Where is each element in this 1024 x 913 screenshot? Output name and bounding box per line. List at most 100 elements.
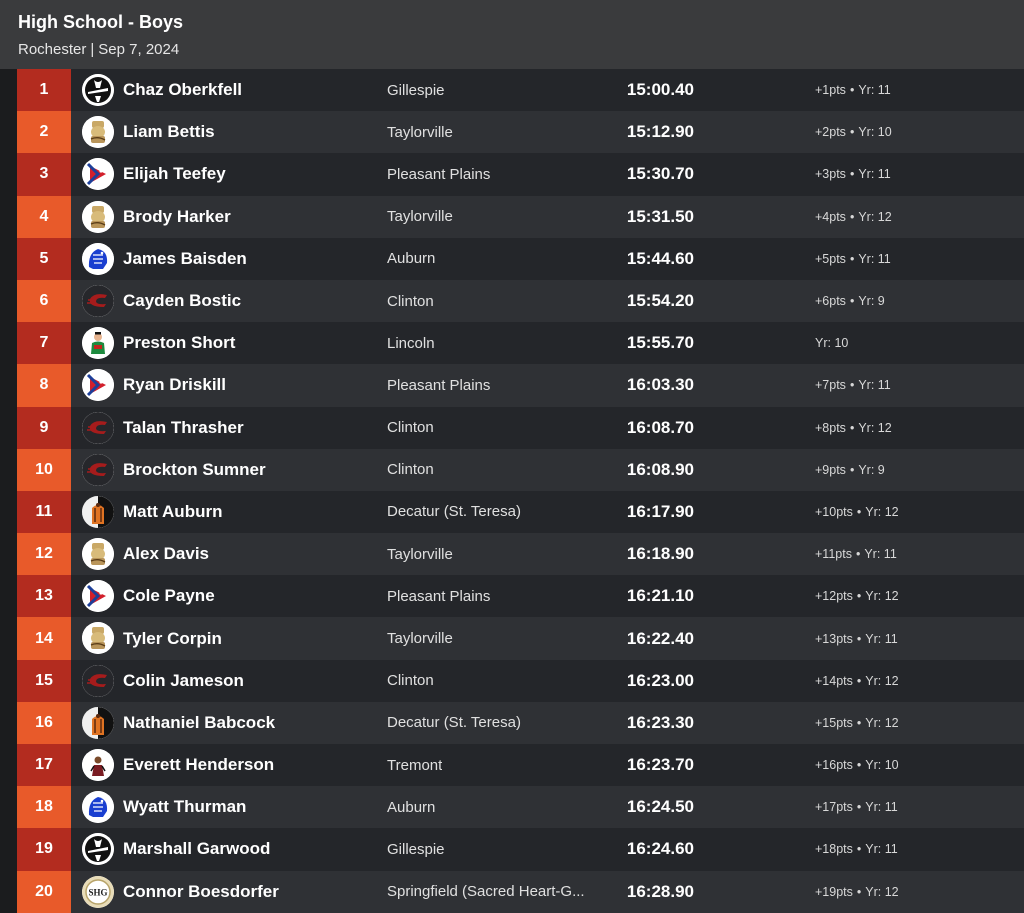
place-number: 11: [17, 490, 71, 534]
meta-separator: •: [856, 673, 862, 688]
result-row[interactable]: 5 James Baisden Auburn 15:44.60 +5pts • Yr: 11: [0, 237, 1024, 280]
result-row[interactable]: 4 Brody Harker Taylorville 15:31.50 +4pts • Yr…: [0, 195, 1024, 238]
result-row[interactable]: 12 Alex Davis Taylorville 16:18.90 +11pts • Yr…: [0, 533, 1024, 576]
meta-separator: •: [856, 884, 862, 899]
meta-separator: •: [856, 715, 862, 730]
school-name-text: Taylorville: [387, 208, 453, 226]
row-gutter: [0, 195, 17, 238]
finish-time: 15:54.20: [626, 291, 694, 311]
result-row[interactable]: 7 Preston Short Lincoln 15:55.70 Yr: 10: [0, 322, 1024, 365]
team-points: +19pts: [815, 884, 853, 899]
row-gutter: [0, 701, 17, 744]
finish-time: 15:12.90: [626, 122, 694, 142]
athlete-year: Yr: 11: [865, 800, 898, 815]
result-row[interactable]: 15 Colin Jameson Clinton 16:23.00 +14pts • Yr:…: [0, 659, 1024, 702]
result-row[interactable]: 3 Elijah Teefey Pleasant Plains 15:30.70 +3p…: [0, 153, 1024, 196]
finish-time: 16:08.90: [626, 459, 694, 479]
finish-time: 16:28.90: [626, 881, 694, 901]
school-name-text: Lincoln: [387, 334, 435, 352]
athlete-name[interactable]: Everett Henderson: [123, 744, 274, 786]
athlete-name[interactable]: Brockton Sumner: [123, 449, 266, 491]
result-row[interactable]: 10 Brockton Sumner Clinton 16:08.90 +9pts • Yr…: [0, 448, 1024, 491]
place-number: 20: [17, 870, 71, 913]
athlete-name[interactable]: Alex Davis: [123, 533, 209, 575]
athlete-name[interactable]: Cole Payne: [123, 575, 215, 617]
athlete-name[interactable]: Elijah Teefey: [123, 153, 226, 195]
team-points: +6pts: [815, 294, 846, 309]
athlete-name[interactable]: Colin Jameson: [123, 660, 244, 702]
athlete-name[interactable]: Connor Boesdorfer: [123, 871, 279, 913]
athlete-year: Yr: 11: [858, 378, 891, 393]
result-row[interactable]: 13 Cole Payne Pleasant Plains 16:21.10 +12pt…: [0, 575, 1024, 618]
finish-time: 16:23.30: [626, 712, 694, 732]
gillespie-logo-icon: [82, 833, 114, 866]
result-row[interactable]: 11 Matt Auburn Decatur (St. Teresa) 16:17.9…: [0, 490, 1024, 534]
place-number: 13: [17, 575, 71, 618]
finish-time: 16:21.10: [626, 586, 694, 606]
result-row[interactable]: 19 Marshall Garwood Gillespie 16:24.60 +18pt…: [0, 828, 1024, 871]
place-number: 16: [17, 701, 71, 744]
athlete-name[interactable]: Cayden Bostic: [123, 280, 241, 322]
athlete-year: Yr: 10: [865, 758, 899, 773]
row-gutter: [0, 322, 17, 365]
pleasant-plains-logo-icon: [82, 580, 114, 613]
result-meta: +6pts • Yr: 9: [815, 280, 885, 322]
athlete-name[interactable]: Matt Auburn: [123, 491, 222, 533]
taylorville-logo-icon: [82, 622, 114, 655]
result-row[interactable]: 18 Wyatt Thurman Auburn 16:24.50 +17pts • Yr: …: [0, 786, 1024, 829]
row-gutter: [0, 448, 17, 491]
st-teresa-logo-icon: [82, 495, 114, 528]
row-gutter: [0, 490, 17, 534]
athlete-name[interactable]: Liam Bettis: [123, 111, 215, 153]
place-number: 9: [17, 406, 71, 449]
meta-separator: •: [856, 758, 862, 773]
athlete-name[interactable]: Preston Short: [123, 322, 235, 364]
meta-separator: •: [849, 462, 855, 477]
result-row[interactable]: 9 Talan Thrasher Clinton 16:08.70 +8pts • Yr: …: [0, 406, 1024, 449]
school-name-text: Pleasant Plains: [387, 587, 491, 605]
team-points: +1pts: [815, 83, 846, 98]
school-name-text: Gillespie: [387, 81, 445, 99]
result-meta: +8pts • Yr: 12: [815, 407, 892, 449]
athlete-name[interactable]: Brody Harker: [123, 196, 231, 238]
team-points: +4pts: [815, 209, 846, 224]
team-points: +14pts: [815, 673, 853, 688]
result-row[interactable]: 1 Chaz Oberkfell Gillespie 15:00.40 +1pts • Yr…: [0, 69, 1024, 112]
result-row[interactable]: 14 Tyler Corpin Taylorville 16:22.40 +13pts •…: [0, 617, 1024, 660]
school-name-text: Taylorville: [387, 123, 453, 141]
row-gutter: [0, 364, 17, 407]
result-meta: +12pts • Yr: 12: [815, 575, 899, 617]
taylorville-logo-icon: [82, 538, 114, 571]
school-name-text: Springfield (Sacred Heart-G...: [387, 883, 585, 901]
athlete-name[interactable]: Nathaniel Babcock: [123, 702, 275, 744]
school-name-text: Clinton: [387, 419, 434, 437]
team-points: +10pts: [815, 504, 853, 519]
result-row[interactable]: 2 Liam Bettis Taylorville 15:12.90 +2pts • Yr:…: [0, 111, 1024, 154]
finish-time: 15:30.70: [626, 164, 694, 184]
gillespie-logo-icon: [82, 74, 114, 106]
meet-location: Rochester: [18, 41, 87, 58]
place-number: 1: [17, 69, 71, 112]
athlete-name[interactable]: Tyler Corpin: [123, 617, 222, 659]
place-number: 4: [17, 195, 71, 238]
tremont-logo-icon: [82, 749, 114, 781]
athlete-name[interactable]: Marshall Garwood: [123, 828, 270, 870]
athlete-name[interactable]: Talan Thrasher: [123, 407, 244, 449]
result-row[interactable]: 20 SHG Connor Boesdorfer Springfield (Sacre…: [0, 870, 1024, 913]
result-meta: +5pts • Yr: 11: [815, 238, 891, 280]
result-row[interactable]: 17 Everett Henderson Tremont 16:23.70 +16pts…: [0, 744, 1024, 787]
sacred-heart-griffin-logo-icon: SHG: [82, 875, 114, 908]
athlete-name[interactable]: Ryan Driskill: [123, 364, 226, 406]
finish-time: 16:18.90: [626, 544, 694, 564]
athlete-name[interactable]: Chaz Oberkfell: [123, 69, 242, 111]
result-meta: +11pts • Yr: 11: [815, 533, 897, 575]
athlete-name[interactable]: James Baisden: [123, 238, 247, 280]
result-row[interactable]: 6 Cayden Bostic Clinton 15:54.20 +6pts • Yr: 9: [0, 279, 1024, 323]
result-row[interactable]: 16 Nathaniel Babcock Decatur (St. Teresa) 1…: [0, 701, 1024, 744]
team-points: +5pts: [815, 251, 846, 266]
place-number: 10: [17, 448, 71, 491]
result-row[interactable]: 8 Ryan Driskill Pleasant Plains 16:03.30 +7p…: [0, 364, 1024, 407]
place-number: 19: [17, 828, 71, 871]
meta-separator: •: [849, 294, 855, 309]
athlete-name[interactable]: Wyatt Thurman: [123, 786, 246, 828]
